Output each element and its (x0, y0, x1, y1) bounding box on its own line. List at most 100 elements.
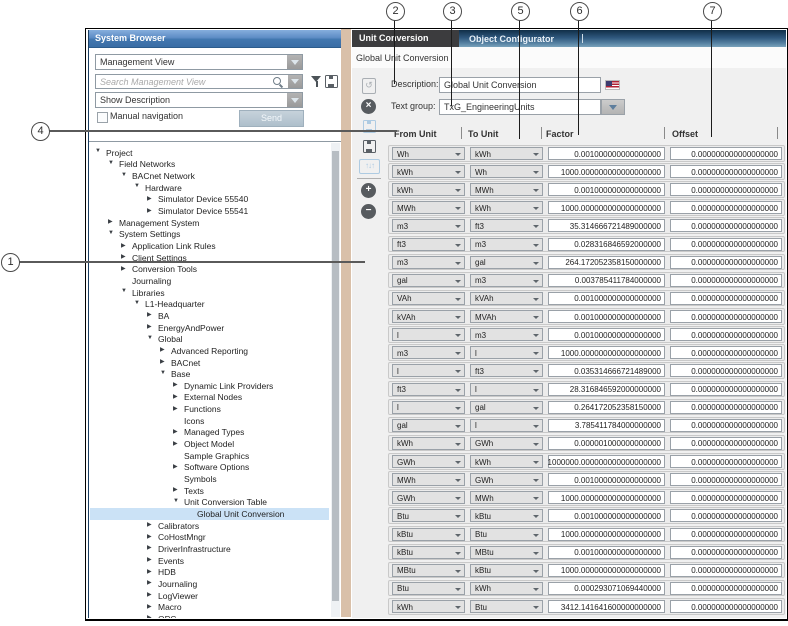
chevron-expanded-icon[interactable]: ▼ (95, 148, 101, 154)
chevron-expanded-icon[interactable]: ▼ (134, 183, 140, 189)
chevron-collapsed-icon[interactable]: ▶ (147, 591, 152, 598)
offset-input[interactable]: 0.000000000000000000 (670, 165, 782, 178)
to-unit-dropdown[interactable]: m3 (470, 328, 543, 341)
factor-input[interactable]: 3.785411784000000000 (548, 419, 665, 432)
factor-input[interactable]: 1000.000000000000000000 (548, 201, 665, 214)
chevron-collapsed-icon[interactable]: ▶ (108, 218, 113, 225)
from-unit-dropdown[interactable]: kWh (392, 165, 465, 178)
to-unit-dropdown[interactable]: kWh (470, 201, 543, 214)
offset-input[interactable]: 0.000000000000000000 (670, 346, 782, 359)
offset-input[interactable]: 0.000000000000000000 (670, 328, 782, 341)
tree-item-symbols[interactable]: Symbols (90, 474, 329, 486)
tree-item-external-nodes[interactable]: ▶External Nodes (90, 392, 329, 404)
chevron-collapsed-icon[interactable]: ▶ (147, 533, 152, 540)
from-unit-dropdown[interactable]: gal (392, 419, 465, 432)
factor-input[interactable]: 0.035314666721489000 (548, 364, 665, 377)
remove-row-icon[interactable]: − (361, 204, 376, 219)
from-unit-dropdown[interactable]: l (392, 364, 465, 377)
chevron-collapsed-icon[interactable]: ▶ (121, 253, 126, 260)
tree-item-simulator-device-55540[interactable]: ▶Simulator Device 55540 (90, 194, 329, 206)
factor-input[interactable]: 0.001000000000000000 (548, 546, 665, 559)
chevron-expanded-icon[interactable]: ▼ (121, 172, 127, 178)
chevron-expanded-icon[interactable]: ▼ (160, 370, 166, 376)
factor-input[interactable]: 0.000293071069440000 (548, 582, 665, 595)
chevron-expanded-icon[interactable]: ▼ (147, 335, 153, 341)
offset-input[interactable]: 0.000000000000000000 (670, 600, 782, 613)
offset-input[interactable]: 0.000000000000000000 (670, 473, 782, 486)
tree-item-conversion-tools[interactable]: ▶Conversion Tools (90, 264, 329, 276)
factor-input[interactable]: 1000.000000000000000000 (548, 564, 665, 577)
chevron-collapsed-icon[interactable]: ▶ (147, 195, 152, 202)
offset-input[interactable]: 0.000000000000000000 (670, 491, 782, 504)
from-unit-dropdown[interactable]: ft3 (392, 383, 465, 396)
text-group-dropdown-button[interactable] (601, 99, 625, 115)
tree-item-texts[interactable]: ▶Texts (90, 485, 329, 497)
tree-item-software-options[interactable]: ▶Software Options (90, 462, 329, 474)
tree-item-libraries[interactable]: ▼Libraries (90, 287, 329, 299)
tree-item-advanced-reporting[interactable]: ▶Advanced Reporting (90, 345, 329, 357)
system-browser-titlebar[interactable]: System Browser (89, 30, 341, 48)
chevron-collapsed-icon[interactable]: ▶ (147, 568, 152, 575)
to-unit-dropdown[interactable]: kWh (470, 582, 543, 595)
from-unit-dropdown[interactable]: Btu (392, 582, 465, 595)
chevron-collapsed-icon[interactable]: ▶ (147, 544, 152, 551)
factor-input[interactable]: 1000000.000000000000000000 (548, 455, 665, 468)
from-unit-dropdown[interactable]: MWh (392, 473, 465, 486)
chevron-down-icon[interactable] (287, 93, 302, 107)
chevron-collapsed-icon[interactable]: ▶ (160, 346, 165, 353)
chevron-collapsed-icon[interactable]: ▶ (147, 323, 152, 330)
from-unit-dropdown[interactable]: MBtu (392, 564, 465, 577)
revert-document-icon[interactable]: ↺ (362, 78, 376, 94)
tree-item-driverinfrastructure[interactable]: ▶DriverInfrastructure (90, 543, 329, 555)
chevron-collapsed-icon[interactable]: ▶ (173, 463, 178, 470)
from-unit-dropdown[interactable]: m3 (392, 219, 465, 232)
offset-input[interactable]: 0.000000000000000000 (670, 564, 782, 577)
tree-item-system-settings[interactable]: ▼System Settings (90, 229, 329, 241)
tree-item-opc[interactable]: ▶OPC (90, 613, 329, 618)
offset-input[interactable]: 0.000000000000000000 (670, 364, 782, 377)
chevron-collapsed-icon[interactable]: ▶ (173, 381, 178, 388)
from-unit-dropdown[interactable]: kWh (392, 600, 465, 613)
filter-icon[interactable] (311, 76, 323, 88)
from-unit-dropdown[interactable]: kBtu (392, 546, 465, 559)
to-unit-dropdown[interactable]: kBtu (470, 509, 543, 522)
text-group-field[interactable]: TxG_EngineeringUnits (439, 99, 601, 115)
to-unit-dropdown[interactable]: MWh (470, 183, 543, 196)
offset-input[interactable]: 0.000000000000000000 (670, 147, 782, 160)
tree-item-object-model[interactable]: ▶Object Model (90, 439, 329, 451)
tree-item-project[interactable]: ▼Project (90, 147, 329, 159)
to-unit-dropdown[interactable]: GWh (470, 473, 543, 486)
from-unit-dropdown[interactable]: gal (392, 274, 465, 287)
factor-input[interactable]: 0.000001000000000000 (548, 437, 665, 450)
description-field[interactable]: Global Unit Conversion (439, 77, 601, 93)
to-unit-dropdown[interactable]: gal (470, 256, 543, 269)
tree-item-ba[interactable]: ▶BA (90, 310, 329, 322)
from-unit-dropdown[interactable]: ft3 (392, 238, 465, 251)
factor-input[interactable]: 0.003785411784000000 (548, 274, 665, 287)
chevron-collapsed-icon[interactable]: ▶ (147, 603, 152, 610)
chevron-collapsed-icon[interactable]: ▶ (173, 440, 178, 447)
to-unit-dropdown[interactable]: MVAh (470, 310, 543, 323)
from-unit-dropdown[interactable]: m3 (392, 346, 465, 359)
chevron-expanded-icon[interactable]: ▼ (121, 288, 127, 294)
from-unit-dropdown[interactable]: kWh (392, 437, 465, 450)
search-input[interactable]: Search Management View (95, 74, 303, 89)
from-unit-dropdown[interactable]: GWh (392, 491, 465, 504)
tree-scrollbar[interactable] (331, 143, 340, 617)
from-unit-dropdown[interactable]: l (392, 401, 465, 414)
tree-item-macro[interactable]: ▶Macro (90, 602, 329, 614)
tree-item-journaling[interactable]: Journaling (90, 275, 329, 287)
to-unit-dropdown[interactable]: Wh (470, 165, 543, 178)
offset-input[interactable]: 0.000000000000000000 (670, 219, 782, 232)
to-unit-dropdown[interactable]: kWh (470, 147, 543, 160)
factor-input[interactable]: 0.028316846592000000 (548, 238, 665, 251)
chevron-collapsed-icon[interactable]: ▶ (121, 265, 126, 272)
tree-item-simulator-device-55541[interactable]: ▶Simulator Device 55541 (90, 206, 329, 218)
chevron-expanded-icon[interactable]: ▼ (173, 498, 179, 504)
chevron-collapsed-icon[interactable]: ▶ (121, 242, 126, 249)
to-unit-dropdown[interactable]: Btu (470, 528, 543, 541)
factor-input[interactable]: 1000.000000000000000000 (548, 346, 665, 359)
offset-input[interactable]: 0.000000000000000000 (670, 201, 782, 214)
tree-item-unit-conversion-table[interactable]: ▼Unit Conversion Table (90, 497, 329, 509)
factor-input[interactable]: 3412.141641600000000000 (548, 600, 665, 613)
